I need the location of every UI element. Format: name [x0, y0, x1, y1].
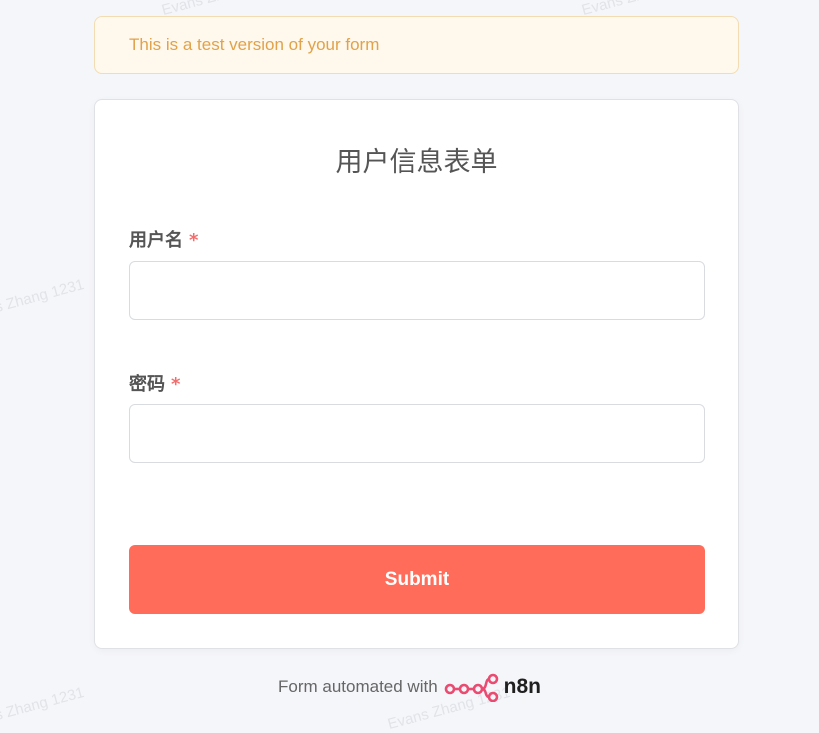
banner-text: This is a test version of your form — [129, 35, 380, 54]
username-label: 用户名 * — [129, 226, 198, 252]
n8n-logo[interactable]: n8n — [444, 672, 541, 702]
username-input[interactable] — [129, 261, 705, 320]
username-label-text: 用户名 — [129, 230, 183, 251]
form-title: 用户信息表单 — [335, 147, 498, 178]
test-version-banner: This is a test version of your form — [94, 16, 739, 74]
form-card: 用户信息表单 用户名 * 密码 * Submit — [94, 99, 739, 649]
submit-button[interactable]: Submit — [129, 545, 705, 614]
footer: Form automated with n8n — [0, 672, 819, 702]
required-marker: * — [171, 374, 181, 395]
password-label: 密码 * — [129, 370, 180, 396]
password-label-text: 密码 — [129, 374, 165, 395]
required-marker: * — [189, 230, 199, 251]
n8n-logo-icon — [444, 673, 498, 702]
password-input[interactable] — [129, 404, 705, 463]
n8n-wordmark: n8n — [503, 675, 542, 698]
watermark: Evans Zhang 1231 — [0, 275, 86, 326]
footer-text: Form automated with — [277, 677, 438, 696]
